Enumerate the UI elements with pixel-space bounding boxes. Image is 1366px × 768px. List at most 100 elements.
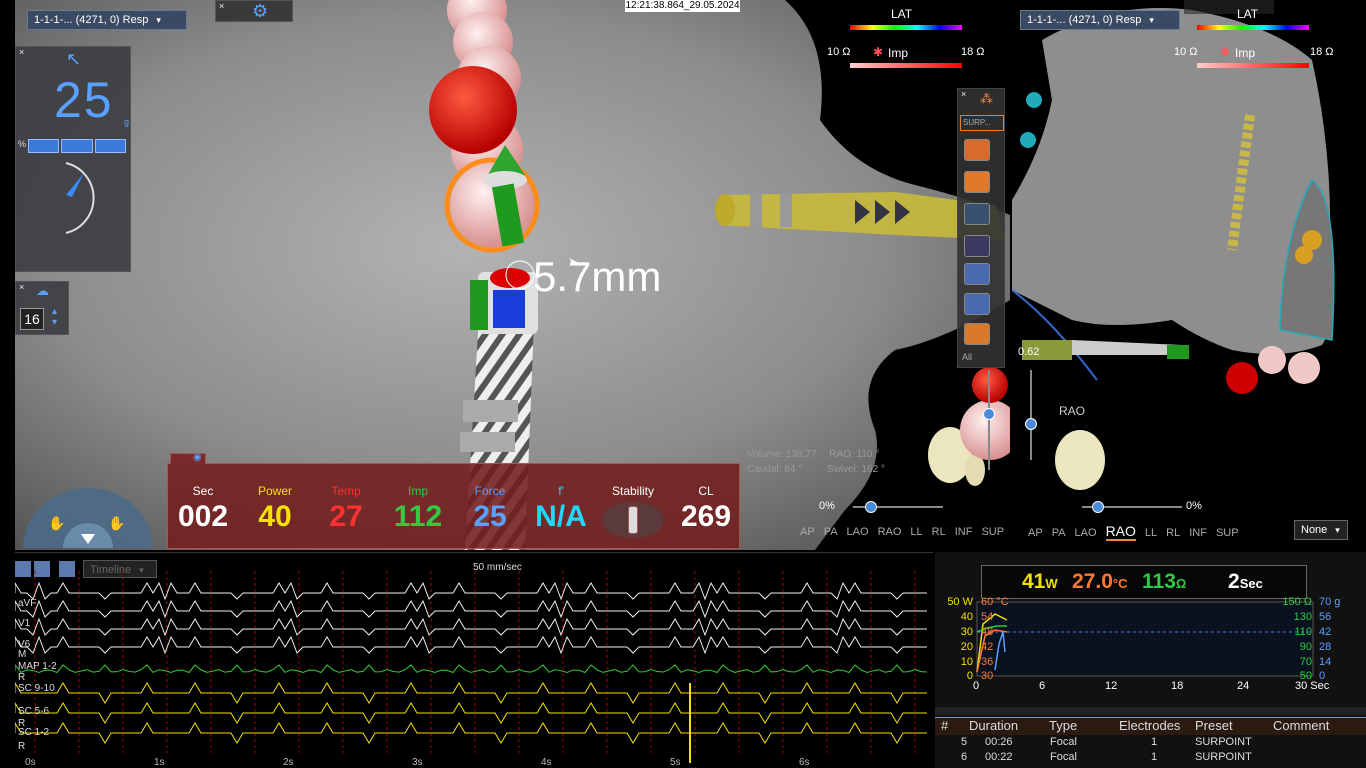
force-unit: g — [124, 117, 130, 127]
table-cell: Focal — [1050, 736, 1077, 748]
lead-label: SC 9-10 — [18, 683, 55, 694]
view-button-ll[interactable]: LL — [910, 526, 922, 538]
tool-points-button[interactable] — [964, 139, 990, 161]
surface-select-label: SURP... — [963, 118, 991, 127]
settings-panel[interactable]: × ⚙ — [215, 0, 293, 22]
rate-value[interactable]: 16 — [20, 308, 44, 330]
close-icon[interactable]: × — [19, 282, 24, 292]
navigation-wheel[interactable]: ✋ ✋ — [23, 478, 153, 550]
gear-icon[interactable]: ⚙ — [252, 1, 268, 22]
rao-label: RAO: — [829, 449, 854, 460]
tool-grid-button[interactable] — [964, 235, 990, 257]
tool-mesh-button[interactable] — [964, 293, 990, 315]
ecg-traces — [15, 571, 928, 763]
rate-widget[interactable]: × ☁ 16 ▴ ▾ — [15, 281, 69, 335]
force-axis-tick: 28 — [1319, 641, 1332, 653]
force-axis-tick: 14 — [1319, 656, 1332, 668]
map-selector[interactable]: 1-1-1-... (4271, 0) Resp ▾ — [27, 10, 187, 30]
table-row[interactable]: 5 00:26 Focal 1 SURPOINT — [935, 736, 1366, 751]
arrow-up-left-icon: ↖ — [66, 49, 82, 69]
all-label[interactable]: All — [962, 352, 972, 362]
close-icon[interactable]: × — [961, 89, 966, 99]
table-col-#[interactable]: # — [941, 718, 948, 733]
chevron-down-icon: ▾ — [156, 15, 161, 25]
imp-icon: ✱ — [1220, 45, 1231, 59]
view-button-sup[interactable]: SUP — [981, 526, 1004, 538]
tool-palette-button[interactable] — [964, 263, 990, 285]
view-button-lao[interactable]: LAO — [847, 526, 869, 538]
lead-label: MAP 1-2 — [18, 661, 57, 672]
stat-f: f' N/A — [526, 484, 596, 534]
stat-value: 002 — [177, 500, 229, 533]
time-tick: 0s — [25, 757, 36, 768]
view-button-lao[interactable]: LAO — [1075, 527, 1097, 539]
view-button-ap[interactable]: AP — [1028, 527, 1043, 539]
volume-label: Volume: — [747, 449, 784, 460]
map-tools-column[interactable]: × ⁂ SURP... All — [957, 88, 1005, 368]
stat-value: N/A — [535, 500, 587, 533]
force-direction-dial — [65, 162, 95, 234]
view-button-pa[interactable]: PA — [824, 526, 838, 538]
power-axis-tick: 50 W — [947, 596, 973, 608]
stat-label: f' — [558, 484, 564, 498]
timestamp: 12:21:38.864_29.05.2024 — [625, 0, 740, 12]
table-col-preset[interactable]: Preset — [1195, 718, 1233, 733]
view-buttons-side[interactable]: AP PA LAO RAO LL RL INF SUP — [1028, 523, 1248, 541]
tool-catheter-button[interactable] — [964, 323, 990, 345]
zoom-slider-track[interactable] — [988, 370, 990, 470]
table-col-comment[interactable]: Comment — [1273, 718, 1329, 733]
temp-axis-tick: 48 — [981, 626, 994, 638]
view-button-inf[interactable]: INF — [1189, 527, 1207, 539]
side-h-handle[interactable] — [1092, 501, 1104, 513]
close-icon[interactable]: × — [19, 47, 24, 57]
view-button-ll[interactable]: LL — [1145, 527, 1157, 539]
side-zoom-track[interactable] — [1030, 370, 1032, 460]
side-map-selector-label: 1-1-1-... (4271, 0) Resp — [1027, 14, 1142, 26]
zoom-slider-handle[interactable] — [983, 408, 995, 420]
stat-label: Power — [257, 484, 292, 498]
lesion-table[interactable]: # Duration Type Electrodes Preset Comment 5 00… — [935, 717, 1366, 768]
view-button-rl[interactable]: RL — [932, 526, 946, 538]
power-axis-tick: 20 — [960, 641, 973, 653]
side-lat-color-bar — [1197, 25, 1309, 30]
lead-label: SC 5-6 — [18, 706, 50, 717]
ecg-panel[interactable]: Timeline ▾ 50 mm/sec aVF V1 V6 MAP 1-2 SC 9-1… — [15, 552, 933, 768]
side-zoom-value: 0% — [1186, 500, 1202, 512]
stat-label: Temp — [331, 484, 361, 498]
view-button-ap[interactable]: AP — [800, 526, 815, 538]
none-select[interactable]: None ▾ — [1294, 520, 1348, 540]
time-tick: 2s — [283, 757, 294, 768]
side-map-selector[interactable]: 1-1-1-... (4271, 0) Resp ▾ — [1020, 10, 1180, 30]
view-button-rl[interactable]: RL — [1166, 527, 1180, 539]
force-value: 25 — [54, 72, 114, 128]
close-icon[interactable]: × — [219, 1, 224, 11]
view-buttons-main[interactable]: AP PA LAO RAO LL RL INF SUP — [800, 526, 1010, 538]
x-axis-tick: 6 — [1039, 680, 1046, 692]
view-button-inf[interactable]: INF — [955, 526, 973, 538]
stats-tab[interactable]: ◉ — [170, 452, 206, 464]
imp-axis-tick: 130 — [1293, 611, 1312, 623]
imp-label: Imp — [888, 46, 909, 60]
power-axis-tick: 30 — [960, 626, 973, 638]
tool-tag-button[interactable] — [964, 203, 990, 225]
table-col-duration[interactable]: Duration — [969, 718, 1018, 733]
stepper-icon[interactable]: ▴ ▾ — [52, 306, 57, 328]
main-3d-view[interactable]: 1-1-1-... (4271, 0) Resp ▾ × ⚙ 12:21:38.8… — [15, 0, 1010, 550]
side-imp-label: Imp — [1235, 46, 1256, 60]
side-3d-view[interactable]: 1-1-1-... (4271, 0) Resp ▾ LAT 10 Ω ✱ Imp… — [1012, 0, 1366, 550]
view-button-sup[interactable]: SUP — [1216, 527, 1239, 539]
surface-select[interactable]: SURP... — [960, 115, 1004, 131]
force-widget[interactable]: × ↖ 25 g % — [15, 46, 131, 272]
view-button-rao[interactable]: RAO — [878, 526, 902, 538]
imp-axis-tick: 110 — [1294, 626, 1312, 638]
view-button-rao[interactable]: RAO — [1105, 523, 1136, 541]
zoom-h-handle[interactable] — [865, 501, 877, 513]
graph-scrollbar[interactable] — [935, 707, 1366, 715]
table-col-electrodes[interactable]: Electrodes — [1119, 718, 1180, 733]
table-row[interactable]: 6 00:22 Focal 1 SURPOINT — [935, 751, 1366, 766]
side-zoom-handle[interactable] — [1025, 418, 1037, 430]
table-col-type[interactable]: Type — [1049, 718, 1077, 733]
stat-imp: Imp 112 — [383, 484, 453, 534]
tool-color-button[interactable] — [964, 171, 990, 193]
view-button-pa[interactable]: PA — [1052, 527, 1066, 539]
